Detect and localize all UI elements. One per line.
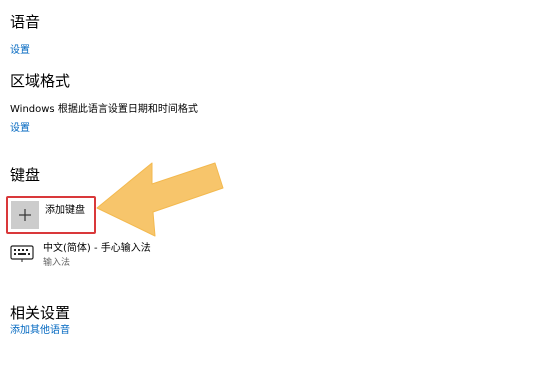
add-keyboard-button[interactable]: 添加键盘: [6, 196, 96, 234]
language-settings-page: 语音 设置 区域格式 Windows 根据此语言设置日期和时间格式 设置 键盘 …: [0, 0, 550, 366]
keyboard-item-subtitle: 输入法: [43, 258, 71, 268]
speech-settings-link[interactable]: 设置: [10, 45, 30, 57]
keyboard-icon: [10, 245, 34, 262]
pointer-arrow-annotation: [96, 162, 224, 237]
add-other-language-link[interactable]: 添加其他语音: [10, 325, 70, 337]
add-keyboard-label: 添加键盘: [45, 205, 85, 216]
speech-heading: 语音: [10, 13, 41, 31]
region-settings-link[interactable]: 设置: [10, 123, 30, 135]
related-settings-heading: 相关设置: [10, 304, 71, 322]
keyboard-heading: 键盘: [10, 166, 41, 184]
plus-icon: [11, 201, 39, 229]
region-format-description: Windows 根据此语言设置日期和时间格式: [10, 104, 198, 115]
region-format-heading: 区域格式: [10, 72, 71, 90]
keyboard-item-name: 中文(简体) - 手心输入法: [43, 243, 151, 254]
